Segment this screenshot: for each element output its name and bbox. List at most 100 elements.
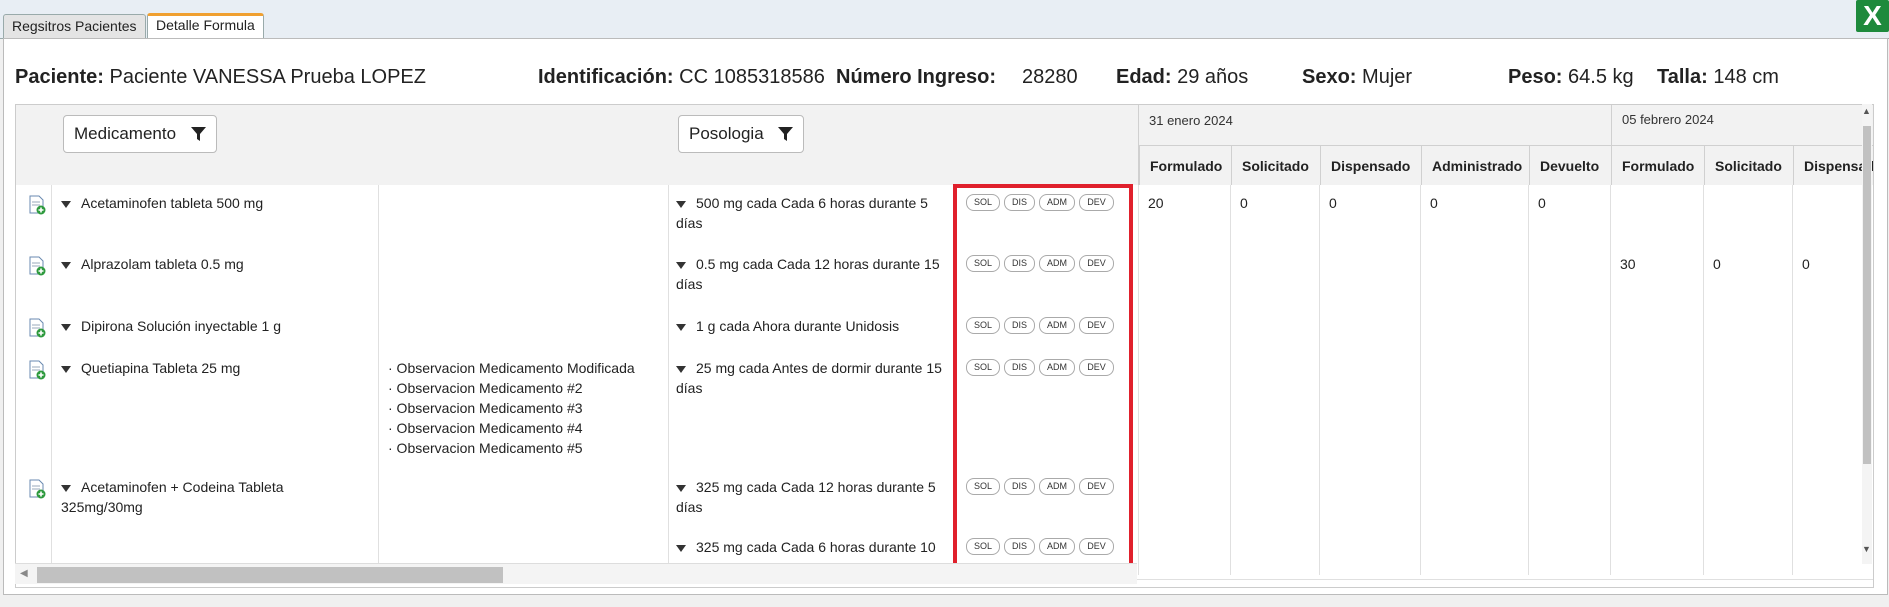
grid-line: [378, 185, 379, 575]
posologia-cell[interactable]: 325 mg cada Cada 6 horas durante 10: [676, 537, 951, 557]
patient-name: Paciente: Paciente VANESSA Prueba LOPEZ: [15, 66, 426, 88]
column-header: Solicitado: [1231, 145, 1320, 185]
vertical-scroll-thumb[interactable]: [1863, 126, 1871, 464]
value-cell: 0: [1538, 195, 1546, 211]
grid-line: [1138, 185, 1139, 575]
grid-line: [1420, 185, 1421, 575]
column-header: Dispensado: [1320, 145, 1421, 185]
posologia-cell[interactable]: 500 mg cada Cada 6 horas durante 5 días: [676, 193, 951, 233]
posologia-cell[interactable]: 25 mg cada Antes de dormir durante 15 dí…: [676, 358, 951, 398]
value-cell: 20: [1148, 195, 1164, 211]
expand-icon[interactable]: [676, 365, 686, 373]
date-label: 05 febrero 2024: [1611, 105, 1714, 145]
medicamento-name: Dipirona Solución inyectable 1 g: [81, 318, 282, 334]
grid-line: [1528, 185, 1529, 575]
grid-line: [1610, 185, 1611, 575]
scroll-down-icon[interactable]: ▼: [1862, 544, 1871, 554]
date-header: 31 enero 2024 05 febrero 2024 Formulado S…: [1138, 105, 1873, 186]
table-row: Quetiapina Tableta 25 mg · Observacion Me…: [16, 350, 1873, 470]
medicamento-cell[interactable]: Acetaminofen + Codeina Tableta 325mg/30m…: [61, 477, 311, 517]
observacion-text: · Observacion Medicamento #2: [388, 380, 583, 396]
add-document-icon[interactable]: [28, 360, 46, 380]
grid-header: Medicamento Posologia: [16, 105, 1138, 186]
medicamento-name: Acetaminofen + Codeina Tableta 325mg/30m…: [61, 479, 284, 515]
posologia-cell[interactable]: 325 mg cada Cada 12 horas durante 5 días: [676, 477, 951, 517]
tab-registros-pacientes[interactable]: Regsitros Pacientes: [3, 14, 146, 38]
grid-line: [1792, 185, 1793, 575]
posologia-cell[interactable]: 0.5 mg cada Cada 12 horas durante 15 día…: [676, 254, 951, 294]
medication-grid: Medicamento Posologia 31 enero 2024 05 f…: [15, 104, 1874, 588]
expand-icon[interactable]: [61, 365, 71, 373]
vertical-scrollbar[interactable]: ▲ ▼: [1862, 104, 1872, 564]
posologia-text: 25 mg cada Antes de dormir durante 15 dí…: [676, 360, 942, 396]
column-header: Formulado: [1139, 145, 1231, 185]
add-document-icon[interactable]: [28, 256, 46, 276]
tab-bar: Regsitros Pacientes Detalle Formula: [0, 0, 1889, 39]
expand-icon[interactable]: [61, 261, 71, 269]
medicamento-name: Quetiapina Tableta 25 mg: [81, 360, 241, 376]
value-cell: 0: [1329, 195, 1337, 211]
patient-ingreso-value: 28280: [1022, 66, 1078, 88]
patient-peso: Peso: 64.5 kg: [1508, 66, 1634, 88]
expand-icon[interactable]: [676, 484, 686, 492]
expand-icon[interactable]: [676, 261, 686, 269]
medicamento-filter-button[interactable]: Medicamento: [63, 115, 217, 153]
posologia-text: 1 g cada Ahora durante Unidosis: [696, 318, 900, 334]
expand-icon[interactable]: [61, 323, 71, 331]
scroll-up-icon[interactable]: ▲: [1862, 106, 1871, 116]
expand-icon[interactable]: [676, 323, 686, 331]
medicamento-name: Acetaminofen tableta 500 mg: [81, 195, 264, 211]
posologia-text: 500 mg cada Cada 6 horas durante 5 días: [676, 195, 928, 231]
patient-talla: Talla: 148 cm: [1657, 66, 1779, 88]
grid-line: [51, 185, 52, 575]
posologia-text: 0.5 mg cada Cada 12 horas durante 15 día…: [676, 256, 940, 292]
scroll-left-icon[interactable]: ◀: [20, 568, 28, 579]
value-cell: 0: [1430, 195, 1438, 211]
column-header: Solicitado: [1704, 145, 1793, 185]
expand-icon[interactable]: [676, 200, 686, 208]
patient-ingreso-label: Número Ingreso:: [836, 66, 997, 88]
add-document-icon[interactable]: [28, 479, 46, 499]
table-row: Acetaminofen tableta 500 mg 500 mg cada C…: [16, 185, 1873, 247]
horizontal-scrollbar[interactable]: ◀: [15, 563, 1137, 584]
close-icon[interactable]: X: [1856, 0, 1889, 32]
posologia-filter-label: Posologia: [689, 124, 764, 143]
value-cell: 0: [1713, 256, 1721, 272]
add-document-icon[interactable]: [28, 195, 46, 215]
medicamento-filter-label: Medicamento: [74, 124, 177, 143]
tab-detalle-formula[interactable]: Detalle Formula: [147, 13, 264, 38]
medicamento-cell[interactable]: Acetaminofen tableta 500 mg: [61, 193, 311, 213]
posologia-text: 325 mg cada Cada 6 horas durante 10: [696, 539, 936, 555]
grid-line: [1703, 185, 1704, 575]
observacion-text: · Observacion Medicamento Modificada: [388, 360, 635, 376]
value-cell: 0: [1802, 256, 1810, 272]
expand-icon[interactable]: [676, 544, 686, 552]
posologia-cell[interactable]: 1 g cada Ahora durante Unidosis: [676, 316, 951, 336]
value-cell: 0: [1240, 195, 1248, 211]
column-header: Administrado: [1421, 145, 1529, 185]
observacion-text: · Observacion Medicamento #5: [388, 440, 583, 456]
medicamento-cell[interactable]: Dipirona Solución inyectable 1 g: [61, 316, 311, 336]
table-row: Dipirona Solución inyectable 1 g 1 g cada…: [16, 308, 1873, 351]
filter-icon: [778, 127, 794, 142]
column-header: Formulado: [1611, 145, 1704, 185]
patient-edad: Edad: 29 años: [1116, 66, 1249, 88]
patient-id: Identificación: CC 1085318586: [538, 66, 825, 88]
horizontal-scroll-thumb[interactable]: [37, 567, 503, 583]
table-row: Acetaminofen + Codeina Tableta 325mg/30m…: [16, 469, 1873, 530]
posologia-filter-button[interactable]: Posologia: [678, 115, 805, 153]
posologia-text: 325 mg cada Cada 12 horas durante 5 días: [676, 479, 936, 515]
grid-line: [668, 185, 669, 575]
expand-icon[interactable]: [61, 484, 71, 492]
date-label: 31 enero 2024: [1149, 113, 1233, 128]
expand-icon[interactable]: [61, 200, 71, 208]
grid-line: [1230, 185, 1231, 575]
filter-icon: [190, 127, 206, 142]
add-document-icon[interactable]: [28, 318, 46, 338]
table-row: Alprazolam tableta 0.5 mg 0.5 mg cada Cad…: [16, 246, 1873, 309]
medicamento-cell[interactable]: Alprazolam tableta 0.5 mg: [61, 254, 311, 274]
grid-line: [1319, 185, 1320, 575]
observacion-text: · Observacion Medicamento #3: [388, 400, 583, 416]
medicamento-cell[interactable]: Quetiapina Tableta 25 mg: [61, 358, 311, 378]
observacion-text: · Observacion Medicamento #4: [388, 420, 583, 436]
